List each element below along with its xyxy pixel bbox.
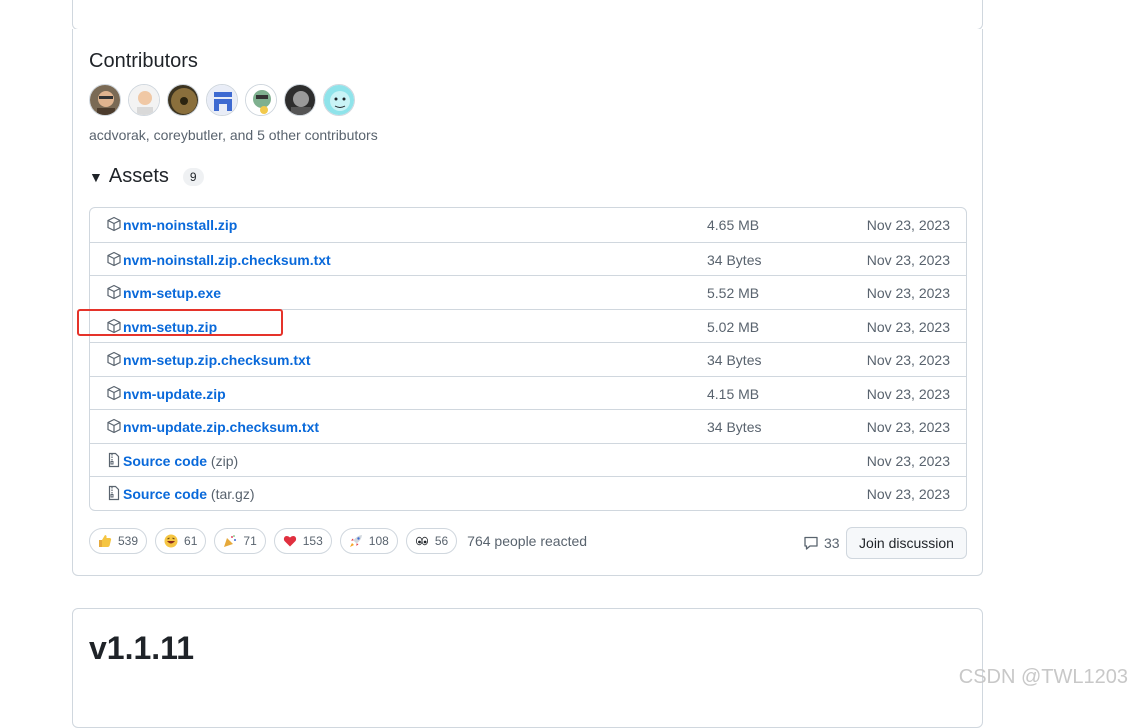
asset-row: nvm-update.zip.checksum.txt 34 Bytes Nov…	[90, 409, 966, 443]
asset-row: nvm-setup.exe 5.52 MB Nov 23, 2023	[90, 275, 966, 309]
assets-toggle[interactable]: ▼ Assets 9	[89, 165, 204, 188]
join-discussion-button[interactable]: Join discussion	[846, 527, 967, 559]
watermark: CSDN @TWL1203	[958, 666, 1128, 688]
avatar[interactable]	[323, 84, 355, 116]
package-icon	[107, 216, 121, 232]
asset-link[interactable]: Source code (zip)	[123, 453, 238, 469]
asset-size: 4.65 MB	[707, 217, 760, 233]
asset-date: Nov 23, 2023	[866, 318, 950, 335]
asset-date: Nov 23, 2023	[866, 285, 950, 301]
asset-link[interactable]: nvm-setup.zip.checksum.txt	[123, 352, 311, 368]
hooray-icon	[224, 535, 237, 547]
package-icon	[107, 385, 121, 400]
asset-date: Nov 23, 2023	[866, 452, 950, 469]
asset-date: Nov 23, 2023	[866, 486, 950, 502]
asset-row: nvm-noinstall.zip 4.65 MB Nov 23, 2023	[90, 208, 966, 242]
assets-count-badge: 9	[182, 167, 204, 186]
thumbs-up-icon	[99, 535, 112, 547]
heart-icon	[283, 535, 296, 547]
eyes-icon	[415, 536, 428, 546]
asset-size: 34 Bytes	[707, 419, 762, 435]
asset-date: Nov 23, 2023	[866, 385, 950, 402]
asset-size: 5.02 MB	[707, 318, 760, 335]
next-release-card	[72, 608, 983, 728]
highlight-annotation	[77, 309, 283, 336]
asset-link[interactable]: nvm-noinstall.zip.checksum.txt	[123, 252, 331, 268]
asset-date: Nov 23, 2023	[866, 251, 950, 268]
assets-title: Assets	[108, 165, 169, 187]
rocket-icon	[349, 535, 362, 547]
asset-link[interactable]: Source code (tar.gz)	[123, 486, 255, 502]
avatar[interactable]	[167, 84, 199, 116]
asset-row: nvm-setup.zip.checksum.txt 34 Bytes Nov …	[90, 342, 966, 376]
avatar[interactable]	[206, 84, 238, 116]
package-icon	[107, 251, 121, 266]
asset-row: Source code (tar.gz) Nov 23, 2023	[90, 476, 966, 510]
package-icon	[107, 284, 121, 300]
asset-size: 34 Bytes	[707, 352, 762, 368]
asset-link[interactable]: nvm-update.zip	[123, 386, 226, 402]
caret-down-icon: ▼	[89, 168, 103, 185]
avatar[interactable]	[245, 84, 277, 116]
avatar[interactable]	[284, 84, 316, 116]
asset-link[interactable]: nvm-noinstall.zip	[123, 217, 237, 233]
asset-size: 5.52 MB	[707, 285, 760, 301]
assets-list: nvm-noinstall.zip 4.65 MB Nov 23, 2023 n…	[89, 207, 967, 511]
reaction-hooray[interactable]: 71	[214, 528, 266, 554]
contributors-avatars	[89, 84, 355, 116]
reaction-rocket[interactable]: 108	[339, 528, 398, 554]
asset-row: Source code (zip) Nov 23, 2023	[90, 442, 966, 477]
file-zip-icon	[108, 485, 120, 501]
avatar[interactable]	[89, 84, 121, 116]
reaction-eyes[interactable]: 56	[405, 528, 458, 554]
asset-date: Nov 23, 2023	[866, 217, 950, 233]
package-icon	[107, 351, 121, 367]
package-icon	[107, 418, 121, 434]
asset-link[interactable]: nvm-setup.exe	[123, 285, 221, 301]
file-zip-icon	[108, 452, 120, 467]
laugh-icon	[164, 534, 178, 548]
asset-date: Nov 23, 2023	[866, 419, 950, 435]
release-version-title[interactable]: v1.1.11	[89, 630, 194, 667]
contributors-title: Contributors	[89, 50, 198, 72]
reaction-laugh[interactable]: 61	[155, 528, 207, 554]
asset-row: nvm-update.zip 4.15 MB Nov 23, 2023	[90, 375, 966, 410]
asset-size: 34 Bytes	[707, 251, 762, 268]
previous-card	[72, 0, 983, 30]
reactions-total: 764 people reacted	[467, 533, 588, 549]
asset-row: nvm-noinstall.zip.checksum.txt 34 Bytes …	[90, 241, 966, 276]
asset-link[interactable]: nvm-update.zip.checksum.txt	[123, 419, 319, 435]
avatar[interactable]	[128, 84, 160, 116]
contributors-summary: acdvorak, coreybutler, and 5 other contr…	[89, 127, 378, 143]
asset-date: Nov 23, 2023	[866, 352, 950, 368]
reaction-thumbs-up[interactable]: 539	[89, 528, 148, 554]
asset-size: 4.15 MB	[707, 385, 760, 402]
reaction-heart[interactable]: 153	[273, 528, 332, 554]
comment-icon	[804, 536, 818, 550]
comments-link[interactable]: 33	[803, 535, 840, 551]
reactions-bar: 539 61 71 153 108 56 764 people reacted	[89, 528, 587, 554]
